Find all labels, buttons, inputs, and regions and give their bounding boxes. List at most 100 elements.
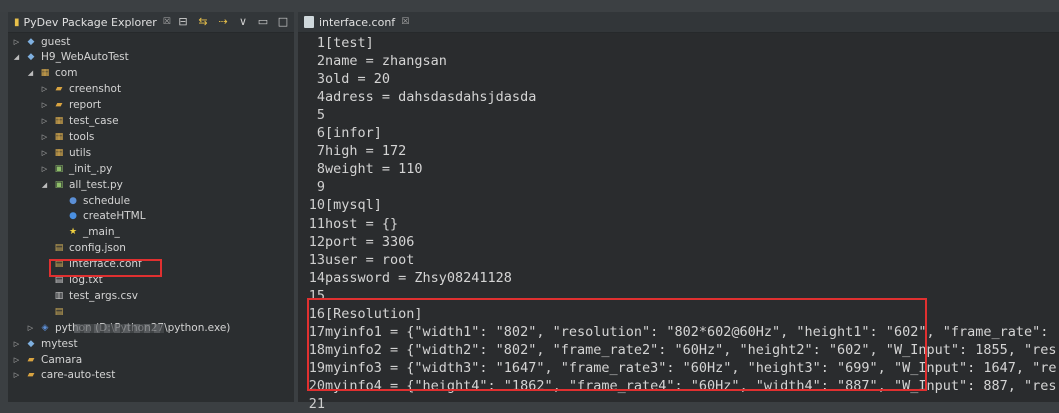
code-line: 21 bbox=[298, 395, 325, 413]
tab-interface-conf[interactable]: interface.conf ☒ bbox=[298, 12, 1059, 33]
tree-item-label: Camara bbox=[41, 353, 83, 366]
line-number: 11 bbox=[308, 215, 325, 232]
tree-item[interactable]: ▷ ▰ report bbox=[40, 98, 101, 113]
tree-item-label: _init_.py bbox=[69, 162, 113, 175]
explorer-tab-label: PyDev Package Explorer bbox=[23, 15, 157, 29]
top-strip bbox=[0, 0, 1059, 12]
link-editor-icon[interactable]: ⇆ bbox=[196, 15, 210, 28]
close-icon[interactable]: ☒ bbox=[401, 17, 409, 27]
tab-pydev-package-explorer[interactable]: ▮ PyDev Package Explorer ☒ bbox=[8, 12, 177, 32]
explorer-tab-bar: ▮ PyDev Package Explorer ☒ ⊟ ⇆ ⇢ ∨ ▭ □ bbox=[8, 12, 294, 33]
expanded-arrow-icon[interactable]: ◢ bbox=[12, 53, 21, 61]
package-icon: ▦ bbox=[54, 147, 64, 158]
editor-tab-label: interface.conf bbox=[319, 15, 396, 29]
line-number: 14 bbox=[308, 269, 325, 286]
tree-item-label: test_args.csv bbox=[69, 289, 138, 302]
tree-item[interactable]: ● schedule bbox=[54, 193, 130, 208]
close-icon[interactable]: ☒ bbox=[163, 17, 171, 27]
blurred-item bbox=[74, 324, 164, 333]
tree-item-label: creenshot bbox=[69, 83, 122, 96]
code-line: 6 [infor] bbox=[298, 124, 382, 142]
collapsed-arrow-icon[interactable]: ▷ bbox=[26, 324, 35, 332]
function-icon: ● bbox=[69, 211, 77, 222]
line-number: 8 bbox=[316, 161, 325, 178]
expanded-arrow-icon[interactable]: ◢ bbox=[26, 69, 35, 77]
collapsed-arrow-icon[interactable]: ▷ bbox=[40, 165, 49, 173]
line-number: 1 bbox=[316, 35, 325, 51]
line-number: 12 bbox=[308, 233, 325, 250]
collapsed-arrow-icon[interactable]: ▷ bbox=[12, 38, 21, 46]
line-text: weight = 110 bbox=[325, 161, 423, 178]
tree-item-label: config.json bbox=[69, 242, 126, 255]
tree-item-label: _main_ bbox=[83, 226, 120, 239]
tree-item-label: schedule bbox=[83, 194, 131, 207]
tree-item[interactable]: ▤ config.json bbox=[40, 241, 126, 256]
line-number: 4 bbox=[316, 89, 325, 106]
expanded-arrow-icon[interactable]: ◢ bbox=[40, 181, 49, 189]
tree-item[interactable]: ▷ ▣ _init_.py bbox=[40, 161, 113, 176]
project-icon: ◆ bbox=[27, 338, 35, 349]
collapsed-arrow-icon[interactable]: ▷ bbox=[40, 101, 49, 109]
tree-item[interactable]: ▤ bbox=[40, 304, 69, 319]
line-number: 21 bbox=[308, 396, 325, 412]
tree-item-label: report bbox=[69, 99, 102, 112]
folder-icon: ▰ bbox=[55, 84, 63, 95]
tree-item[interactable]: ▷ ▦ utils bbox=[40, 145, 91, 160]
line-number: 5 bbox=[316, 107, 325, 124]
tree-item[interactable]: ▷ ▰ Camara bbox=[12, 352, 82, 367]
tree-item[interactable]: ◢ ◆ H9_WebAutoTest bbox=[12, 50, 129, 65]
tree-item[interactable]: ▷ ▰ creenshot bbox=[40, 82, 121, 97]
collapse-all-icon[interactable]: ⊟ bbox=[176, 15, 190, 28]
collapsed-arrow-icon[interactable]: ▷ bbox=[40, 149, 49, 157]
line-text: user = root bbox=[325, 251, 415, 268]
package-icon: ▦ bbox=[54, 116, 64, 126]
tree-item[interactable]: ▷ ◆ mytest bbox=[12, 336, 78, 351]
folder-icon: ▰ bbox=[55, 100, 63, 111]
package-explorer-panel: ▮ PyDev Package Explorer ☒ ⊟ ⇆ ⇢ ∨ ▭ □ ▷… bbox=[8, 12, 294, 402]
code-line: 7 high = 172 bbox=[298, 142, 406, 160]
collapsed-arrow-icon[interactable]: ▷ bbox=[12, 356, 21, 364]
collapsed-arrow-icon[interactable]: ▷ bbox=[40, 133, 49, 141]
tree-item-label: createHTML bbox=[83, 210, 146, 223]
line-text: host = {} bbox=[325, 215, 399, 232]
variable-icon: ● bbox=[69, 195, 77, 206]
highlight-box-resolution-section bbox=[307, 298, 927, 391]
tree-item[interactable]: ▷ ▰ care-auto-test bbox=[12, 368, 116, 383]
code-line: 10 [mysql] bbox=[298, 196, 382, 214]
tree-item[interactable]: ▷ ▦ tools bbox=[40, 129, 95, 144]
code-line: 8 weight = 110 bbox=[298, 160, 423, 178]
tree-item-label: mytest bbox=[41, 337, 78, 350]
tree-item[interactable]: ▷ ◆ guest bbox=[12, 34, 71, 49]
collapsed-arrow-icon[interactable]: ▷ bbox=[12, 340, 21, 348]
folder-icon: ▰ bbox=[27, 354, 35, 365]
code-line: 14 password = Zhsy08241128 bbox=[298, 269, 512, 287]
code-line: 5 bbox=[298, 106, 325, 124]
line-number: 3 bbox=[316, 71, 325, 88]
tree-item[interactable]: ▥ test_args.csv bbox=[40, 288, 138, 303]
tree-item[interactable]: ◢ ▣ all_test.py bbox=[40, 177, 123, 192]
file-icon: ▤ bbox=[54, 306, 64, 317]
collapsed-arrow-icon[interactable]: ▷ bbox=[12, 371, 21, 379]
minimize-icon[interactable]: ▭ bbox=[256, 15, 270, 28]
maximize-icon[interactable]: □ bbox=[276, 15, 290, 28]
chevron-down-icon[interactable]: ∨ bbox=[236, 15, 250, 28]
tree-item[interactable]: ● createHTML bbox=[54, 209, 146, 224]
collapsed-arrow-icon[interactable]: ▷ bbox=[40, 117, 49, 125]
python-icon: ◈ bbox=[41, 322, 49, 333]
tree-item-label: utils bbox=[69, 146, 92, 159]
collapsed-arrow-icon[interactable]: ▷ bbox=[40, 85, 49, 93]
tree-item-label: tools bbox=[69, 130, 95, 143]
tree-item[interactable]: ★ _main_ bbox=[54, 225, 120, 240]
line-text: password = Zhsy08241128 bbox=[325, 269, 512, 286]
line-text: port = 3306 bbox=[325, 233, 415, 250]
line-text: name = zhangsan bbox=[325, 53, 447, 70]
file-icon bbox=[304, 16, 314, 28]
view-menu-icon[interactable]: ⇢ bbox=[216, 15, 230, 28]
python-file-icon: ▣ bbox=[54, 179, 64, 190]
python-file-icon: ▣ bbox=[54, 163, 64, 174]
line-text: [mysql] bbox=[325, 197, 382, 214]
tree-item[interactable]: ◢ ▦ com bbox=[26, 66, 78, 81]
tree-item[interactable]: ▷ ▦ test_case bbox=[40, 114, 119, 129]
tree-item-label: test_case bbox=[69, 115, 119, 127]
line-text: high = 172 bbox=[325, 143, 407, 160]
